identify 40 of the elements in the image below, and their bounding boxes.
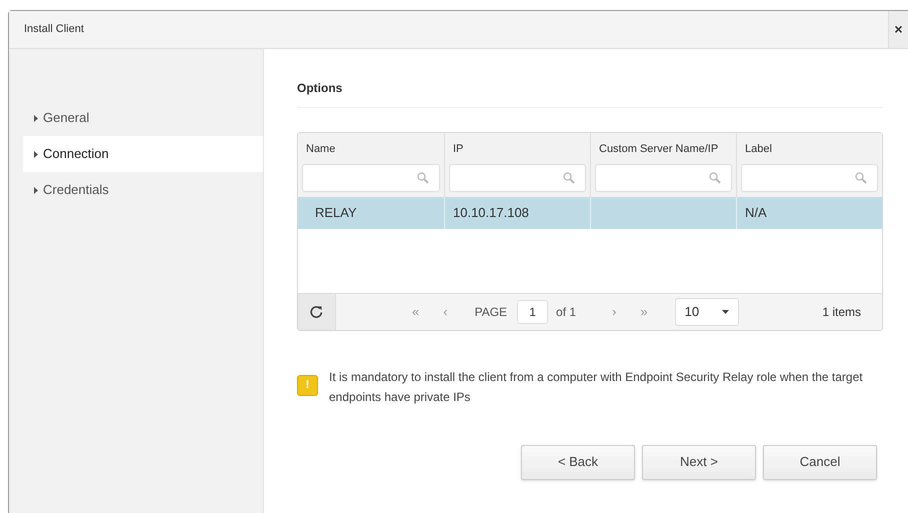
filter-field[interactable] (595, 164, 732, 192)
dialog-button[interactable]: < Back (521, 444, 635, 480)
search-icon (855, 172, 867, 184)
column-header: IP (452, 142, 464, 157)
warning-message: It is mandatory to install the client from a computer with Endpoint Security Relay role when the target endpoints have private IPs (329, 368, 863, 406)
caret-icon (34, 186, 38, 194)
sidebar-item[interactable]: Connection (23, 136, 263, 172)
dialog-button[interactable]: Cancel (763, 444, 877, 480)
table-cell-text: RELAY (315, 204, 357, 222)
sidebar-label: General (43, 109, 90, 128)
filter-field[interactable] (302, 164, 440, 192)
search-icon (417, 172, 429, 184)
caret-icon (34, 114, 38, 122)
filter-field[interactable] (449, 164, 586, 192)
search-icon (563, 172, 575, 184)
page-field[interactable]: 1 (517, 300, 548, 324)
caret-icon (34, 150, 38, 158)
refresh-button[interactable] (298, 294, 336, 330)
page-label: PAGE (474, 304, 508, 320)
close-button[interactable]: × (888, 11, 908, 48)
refresh-icon (310, 305, 323, 318)
page-count: of 1 (556, 304, 576, 320)
column-header: Name (305, 142, 336, 157)
section-title: Options (297, 49, 883, 108)
table-cell-text: 10.10.17.108 (453, 204, 529, 222)
sidebar-label: Credentials (43, 181, 109, 200)
warning-icon: ! (297, 374, 318, 396)
table-cell-text: N/A (745, 204, 767, 222)
column-header: Custom Server Name/IP (598, 142, 720, 157)
filter-field[interactable] (741, 164, 878, 192)
item-count: 1 items (822, 304, 861, 320)
column-header: Label (744, 142, 773, 157)
page-size-dropdown[interactable]: 10 (674, 298, 739, 326)
window-title: Install Client (23, 22, 84, 38)
caret-icon (722, 310, 729, 314)
search-icon (709, 172, 721, 184)
dialog-button[interactable]: Next > (642, 444, 756, 480)
sidebar-label: Connection (43, 145, 109, 164)
table-row[interactable]: RELAY 10.10.17.108 N/A (298, 196, 882, 228)
page-size-value: 10 (684, 302, 700, 321)
